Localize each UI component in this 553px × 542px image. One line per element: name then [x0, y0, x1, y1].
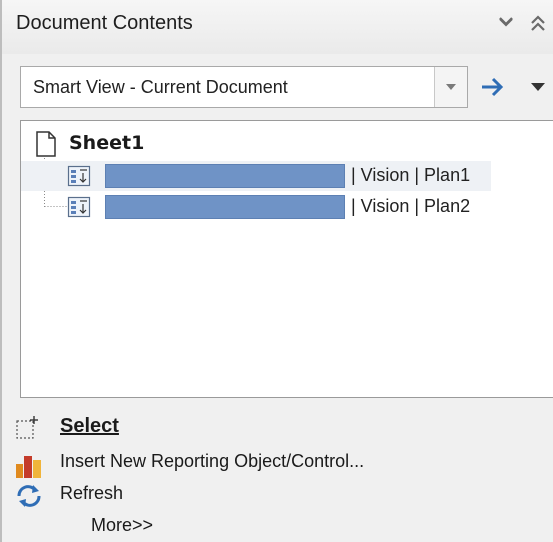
source-select[interactable]: Smart View - Current Document — [20, 66, 468, 108]
redacted-block — [105, 195, 345, 219]
refresh-icon — [14, 482, 44, 515]
report-object-icon — [67, 165, 91, 192]
report-object-icon — [67, 196, 91, 223]
panel-header: Document Contents — [2, 0, 553, 54]
double-chevron-up-icon[interactable] — [524, 10, 552, 38]
refresh-action[interactable]: Refresh — [14, 480, 154, 510]
combo-dropdown-button[interactable] — [434, 67, 467, 107]
tree-root-sheet[interactable]: Sheet1 — [69, 132, 144, 154]
redacted-block — [105, 164, 345, 188]
tree-node-label: | Vision | Plan2 — [351, 196, 471, 216]
select-action[interactable]: Select — [14, 412, 144, 442]
panel-title: Document Contents — [16, 12, 193, 34]
more-label: More>> — [91, 515, 154, 535]
source-select-value: Smart View - Current Document — [33, 77, 288, 97]
dropdown-triangle-icon[interactable] — [528, 80, 548, 99]
more-action[interactable]: More>> — [14, 512, 174, 542]
document-tree: Sheet1 | Vision | Plan1 | Vision | Plan2 — [20, 120, 553, 398]
document-icon — [35, 131, 57, 162]
tree-node-plan2[interactable]: | Vision | Plan2 — [21, 192, 491, 222]
insert-reporting-object-action[interactable]: Insert New Reporting Object/Control... — [14, 448, 484, 478]
tree-node-label: | Vision | Plan1 — [351, 165, 471, 185]
insert-label: Insert New Reporting Object/Control... — [60, 451, 365, 471]
document-contents-panel: Document Contents Smart View - Current D… — [0, 0, 553, 542]
tree-node-plan1[interactable]: | Vision | Plan1 — [21, 161, 491, 191]
select-cursor-icon — [14, 414, 42, 447]
double-chevron-down-icon[interactable] — [492, 10, 520, 38]
arrow-right-icon[interactable] — [478, 74, 508, 105]
select-label: Select — [60, 415, 119, 437]
chevron-down-icon — [446, 84, 456, 90]
refresh-label: Refresh — [60, 483, 124, 503]
